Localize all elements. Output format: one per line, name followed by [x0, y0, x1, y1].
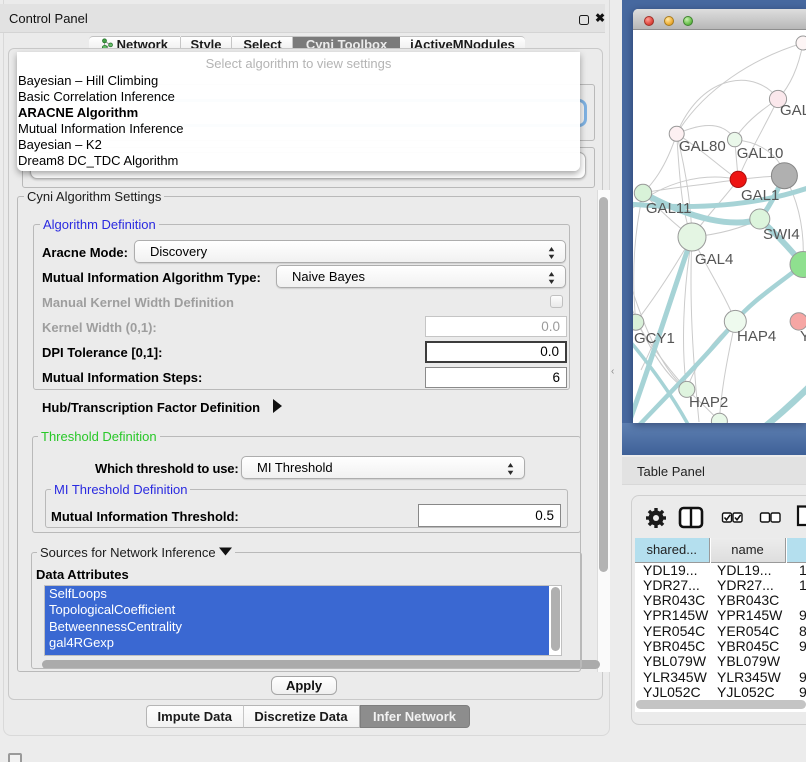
svg-text:GAL80: GAL80 — [679, 138, 726, 155]
svg-text:HAP2: HAP2 — [689, 394, 728, 411]
svg-text:GAL4: GAL4 — [695, 251, 733, 268]
svg-text:SWI4: SWI4 — [763, 226, 800, 243]
svg-text:HAP4: HAP4 — [737, 328, 776, 345]
svg-text:GCY1: GCY1 — [634, 330, 675, 347]
svg-text:Y: Y — [800, 328, 806, 345]
svg-text:GAL2: GAL2 — [780, 102, 806, 119]
svg-text:GAL1: GAL1 — [741, 187, 779, 204]
svg-text:GAL11: GAL11 — [646, 200, 692, 217]
svg-text:GAL10: GAL10 — [737, 145, 784, 162]
